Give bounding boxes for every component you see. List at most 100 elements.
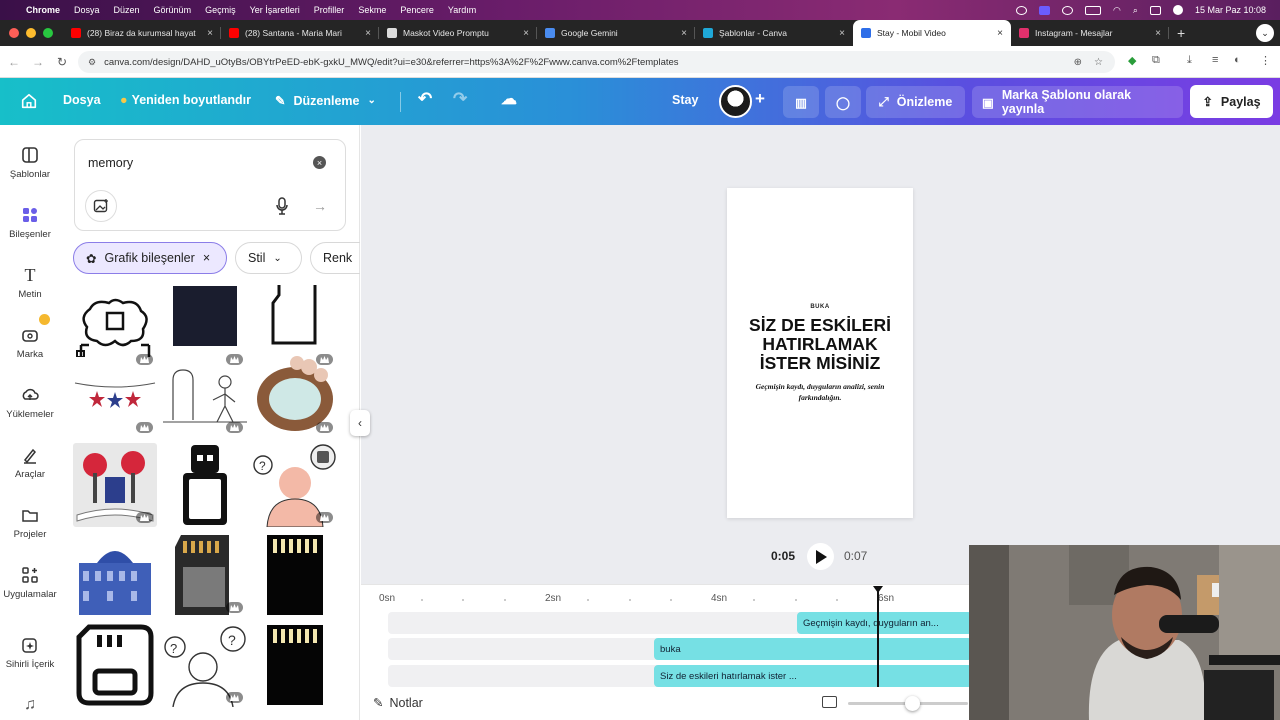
rail-item-brand[interactable]: Marka [0, 314, 60, 360]
cloud-saved-icon[interactable]: ☁ [501, 89, 517, 109]
back-button[interactable]: ← [4, 55, 24, 69]
menu-item[interactable]: Düzen [114, 5, 140, 15]
rail-item-projects[interactable]: Projeler [0, 505, 60, 540]
reading-list-icon[interactable]: ≡ [1212, 54, 1218, 66]
publish-brand-template-button[interactable]: ▣ Marka Şablonu olarak yayınla [972, 86, 1183, 118]
clear-search-icon[interactable]: × [313, 156, 326, 169]
browser-tab[interactable]: Google Gemini × [537, 20, 695, 46]
tab-close-icon[interactable]: × [523, 28, 529, 39]
zoom-icon[interactable]: ⊕ [1074, 57, 1082, 68]
menu-item[interactable]: Dosya [74, 5, 100, 15]
home-icon[interactable] [20, 92, 38, 110]
resize-button[interactable]: ● Yeniden boyutlandır [120, 93, 251, 107]
result-star-bunting[interactable] [73, 353, 157, 437]
browser-tab[interactable]: Maskot Video Promptu × [379, 20, 537, 46]
result-usb-drive[interactable] [163, 443, 247, 527]
result-dome-building[interactable] [73, 533, 157, 617]
undo-icon[interactable]: ↶ [418, 89, 432, 109]
menu-app-name[interactable]: Chrome [26, 5, 60, 15]
page-brand-text[interactable]: BUKA [727, 304, 913, 310]
menu-item[interactable]: Yardım [448, 5, 476, 15]
address-bar[interactable]: ⚙ canva.com/design/DAHD_uOtyBs/OBYtrPeED… [78, 51, 1115, 73]
menu-item[interactable]: Sekme [358, 5, 386, 15]
site-info-icon[interactable]: ⚙ [88, 57, 96, 68]
rail-item-elements[interactable]: Bileşenler [0, 205, 60, 240]
design-title[interactable]: Stay [672, 93, 698, 107]
rail-item-audio[interactable]: ♫ [0, 695, 60, 719]
redo-icon[interactable]: ↷ [453, 89, 467, 109]
result-thinking-person[interactable]: ? [253, 443, 337, 527]
tab-close-icon[interactable]: × [1155, 28, 1161, 39]
timeline-clip[interactable]: Siz de eskileri hatırlamak ister ... [654, 665, 972, 687]
comments-button[interactable]: ◯ [825, 86, 861, 118]
result-sd-card-black-2[interactable] [253, 623, 337, 707]
notes-button[interactable]: ✎ Notlar [373, 695, 423, 711]
timeline-clip[interactable]: Geçmişin kaydı, duyguların an... [797, 612, 972, 634]
design-page[interactable]: BUKA SİZ DE ESKİLERİ HATIRLAMAK İSTER Mİ… [727, 188, 913, 518]
close-icon[interactable]: × [203, 251, 210, 265]
menubar-datetime[interactable]: 15 Mar Paz 10:08 [1195, 5, 1266, 15]
page-headline[interactable]: SİZ DE ESKİLERİ HATIRLAMAK İSTER MİSİNİZ [727, 316, 913, 373]
result-question-person[interactable]: ?? [163, 623, 247, 707]
insights-button[interactable]: ▥ [783, 86, 819, 118]
image-search-button[interactable] [85, 190, 117, 222]
rail-item-apps[interactable]: Uygulamalar [0, 565, 60, 600]
maximize-window-button[interactable] [43, 28, 53, 38]
rail-item-magic[interactable]: Sihirli İçerik [0, 635, 60, 670]
screen-record-icon[interactable] [1016, 5, 1028, 15]
chip-color[interactable]: Renk [310, 242, 360, 274]
grid-view-icon[interactable] [822, 696, 837, 708]
tab-close-icon[interactable]: × [997, 28, 1003, 39]
browser-tab[interactable]: (28) Santana - Maria Mari × [221, 20, 379, 46]
screen-share-icon[interactable] [1039, 5, 1051, 15]
share-button[interactable]: ⇪ Paylaş [1190, 85, 1273, 118]
wifi-icon[interactable]: ◠ [1113, 5, 1121, 16]
new-tab-button[interactable]: + [1177, 25, 1185, 41]
reload-button[interactable]: ↻ [52, 55, 72, 69]
zoom-slider[interactable] [848, 696, 968, 711]
forward-button[interactable]: → [28, 55, 48, 69]
search-icon[interactable]: ⌕ [1133, 5, 1138, 16]
battery-icon[interactable] [1085, 5, 1102, 15]
result-book-trees[interactable] [73, 443, 157, 527]
menu-item[interactable]: Profiller [314, 5, 345, 15]
profile-icon[interactable]: ◐ [1234, 54, 1241, 66]
browser-tab[interactable]: Stay - Mobil Video × [853, 20, 1011, 46]
avatar[interactable] [719, 85, 752, 118]
tab-close-icon[interactable]: × [207, 28, 213, 39]
browser-tab[interactable]: Şablonlar - Canva × [695, 20, 853, 46]
chip-style[interactable]: Stil ⌄ [235, 242, 302, 274]
tab-close-icon[interactable]: × [681, 28, 687, 39]
extensions-puzzle-icon[interactable]: ⧉ [1152, 54, 1160, 67]
address-url[interactable]: canva.com/design/DAHD_uOtyBs/OBYtrPeED-e… [104, 57, 1074, 68]
extension-icon[interactable]: ◆ [1128, 54, 1136, 67]
tab-search-button[interactable]: ⌄ [1256, 24, 1274, 42]
preview-button[interactable]: ⤢ Önizleme [866, 86, 965, 118]
browser-tab[interactable]: (28) Biraz da kurumsal hayat × [63, 20, 221, 46]
result-sd-card-grey[interactable] [163, 533, 247, 617]
result-sd-card-black[interactable] [253, 533, 337, 617]
collapse-panel-button[interactable]: ‹ [350, 410, 370, 436]
edit-mode-dropdown[interactable]: ✎ Düzenleme ⌄ [275, 93, 376, 109]
user-icon[interactable] [1172, 5, 1183, 15]
rail-item-tools[interactable]: Araçlar [0, 445, 60, 480]
menu-item[interactable]: Yer İşaretleri [250, 5, 300, 15]
tab-close-icon[interactable]: × [365, 28, 371, 39]
rail-item-text[interactable]: T Metin [0, 265, 60, 301]
file-menu[interactable]: Dosya [63, 93, 101, 107]
rail-item-uploads[interactable]: Yüklemeler [0, 385, 60, 420]
play-button[interactable] [807, 543, 834, 570]
playhead[interactable] [877, 589, 879, 687]
add-collaborator-icon[interactable]: + [755, 89, 765, 109]
minimize-window-button[interactable] [26, 28, 36, 38]
zoom-slider-handle[interactable] [905, 696, 920, 711]
browser-tab[interactable]: Instagram - Mesajlar × [1011, 20, 1169, 46]
result-grave-sketch[interactable] [163, 353, 247, 437]
media-icon[interactable] [1062, 5, 1074, 15]
result-cookie-jar[interactable] [253, 353, 337, 437]
close-window-button[interactable] [9, 28, 19, 38]
browser-menu-icon[interactable]: ⋮ [1260, 54, 1271, 67]
download-icon[interactable]: ⤓ [1187, 54, 1192, 67]
control-center-icon[interactable] [1149, 5, 1161, 15]
menu-item[interactable]: Geçmiş [205, 5, 236, 15]
